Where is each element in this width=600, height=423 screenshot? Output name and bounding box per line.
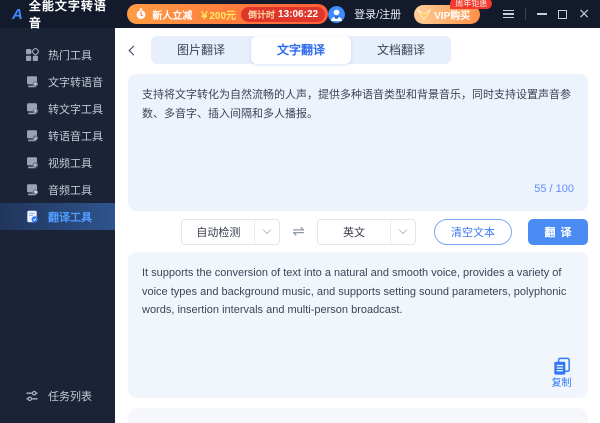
sidebar-item-text-to-speech[interactable]: 文字转语音: [0, 68, 115, 95]
sidebar-item-video-tools[interactable]: 视频工具: [0, 149, 115, 176]
to-speech-tool-icon: [27, 129, 38, 141]
sidebar-item-label: 视频工具: [48, 157, 92, 170]
translation-tabs: 图片翻译 文字翻译 文档翻译: [151, 36, 451, 64]
person-icon: [328, 5, 346, 23]
app-title: 全能文字转语音: [28, 0, 107, 30]
source-language-value: 自动检测: [196, 226, 241, 239]
result-text: It supports the conversion of text into …: [142, 267, 567, 317]
sidebar-item-to-text-tools[interactable]: 转文字工具: [0, 95, 115, 122]
translate-button[interactable]: 翻译: [528, 218, 588, 245]
copy-button[interactable]: 复制: [551, 356, 572, 390]
to-text-tool-icon: [27, 102, 38, 114]
swap-languages-icon[interactable]: ⇌: [292, 224, 305, 239]
minimize-button[interactable]: [537, 13, 548, 15]
promo-amount: ￥200元: [199, 10, 237, 22]
translate-controls: 自动检测 ⇌ 英文 清空文本 翻译: [128, 211, 588, 252]
source-text-area[interactable]: 支持将文字转化为自然流畅的人声，提供多种语音类型和背景音乐，同时支持设置声音参数…: [128, 74, 588, 211]
sidebar-item-label: 任务列表: [48, 390, 92, 403]
countdown-label: 倒计时: [248, 9, 276, 20]
sidebar-item-label: 翻译工具: [48, 211, 92, 224]
promo-text: 新人立减: [152, 10, 193, 22]
target-language-select[interactable]: 英文: [317, 218, 416, 245]
sidebar-item-label: 转语音工具: [48, 130, 103, 143]
titlebar-right: 登录/注册 VIP购买 周年钜惠 ×: [328, 0, 590, 24]
sidebar-item-label: 文字转语音: [48, 76, 103, 89]
source-language-select[interactable]: 自动检测: [181, 218, 281, 245]
sidebar-item-audio-tools[interactable]: 音频工具: [0, 176, 115, 203]
chevron-down-icon: [390, 219, 415, 244]
tab-row: 图片翻译 文字翻译 文档翻译: [115, 28, 600, 64]
result-text-area[interactable]: It supports the conversion of text into …: [128, 252, 588, 398]
task-list-icon: [26, 390, 38, 401]
sidebar: 热门工具 文字转语音 转文字工具 转语音工具 视频工具 音频工具 翻译工具 任务…: [0, 28, 115, 423]
main-panel: 图片翻译 文字翻译 文档翻译 支持将文字转化为自然流畅的人声，提供多种语音类型和…: [115, 28, 600, 423]
back-button[interactable]: [124, 39, 142, 61]
window-controls: ×: [503, 7, 590, 21]
tab-document-translation[interactable]: 文档翻译: [351, 36, 451, 64]
countdown-badge: 倒计时 13:06:22: [241, 6, 326, 22]
translation-tool-icon: [27, 210, 38, 222]
audio-tool-icon: [27, 183, 38, 195]
vip-ribbon-badge: 周年钜惠: [450, 0, 493, 9]
translator-content: 支持将文字转化为自然流畅的人声，提供多种语音类型和背景音乐，同时支持设置声音参数…: [115, 64, 600, 423]
copy-label: 复制: [551, 378, 572, 389]
sidebar-item-task-list[interactable]: 任务列表: [0, 382, 115, 409]
char-count: 55 / 100: [534, 183, 574, 196]
source-text: 支持将文字转化为自然流畅的人声，提供多种语音类型和背景音乐，同时支持设置声音参数…: [142, 89, 571, 120]
chevron-down-icon: [254, 219, 279, 244]
user-avatar[interactable]: [328, 5, 346, 23]
tts-tool-icon: [27, 75, 38, 87]
vip-crown-icon: [417, 8, 432, 20]
vip-label: VIP购买: [434, 10, 471, 22]
sidebar-item-label: 音频工具: [48, 184, 92, 197]
copy-icon: [554, 357, 570, 375]
countdown-time: 13:06:22: [278, 8, 319, 20]
sidebar-item-label: 转文字工具: [48, 103, 103, 116]
sidebar-item-to-speech-tools[interactable]: 转语音工具: [0, 122, 115, 149]
titlebar: A 全能文字转语音 新人立减 ￥200元 倒计时 13:06:22 登录/注册 …: [0, 0, 600, 30]
clear-text-button[interactable]: 清空文本: [434, 218, 512, 245]
alarm-clock-icon: [136, 8, 146, 19]
sidebar-item-hot-tools[interactable]: 热门工具: [0, 41, 115, 68]
sidebar-item-translation-tools[interactable]: 翻译工具: [0, 203, 115, 230]
chevron-left-icon: [128, 45, 138, 55]
vip-buy-button[interactable]: VIP购买 周年钜惠: [414, 0, 493, 24]
promo-banner[interactable]: 新人立减 ￥200元 倒计时 13:06:22: [127, 4, 329, 24]
target-language-value: 英文: [343, 226, 365, 239]
app-window: A 全能文字转语音 新人立减 ￥200元 倒计时 13:06:22 登录/注册 …: [0, 0, 600, 423]
video-tool-icon: [27, 156, 38, 168]
grid-icon: [26, 47, 39, 61]
controls-divider: [525, 8, 527, 20]
bottom-strip: [128, 408, 588, 423]
tab-image-translation[interactable]: 图片翻译: [151, 36, 251, 64]
menu-icon[interactable]: [503, 9, 515, 19]
maximize-button[interactable]: [558, 9, 568, 19]
close-button[interactable]: ×: [578, 7, 590, 21]
tab-text-translation[interactable]: 文字翻译: [251, 36, 351, 64]
sidebar-item-label: 热门工具: [48, 49, 92, 62]
app-logo-icon: A: [12, 5, 23, 23]
login-register-link[interactable]: 登录/注册: [354, 6, 401, 22]
